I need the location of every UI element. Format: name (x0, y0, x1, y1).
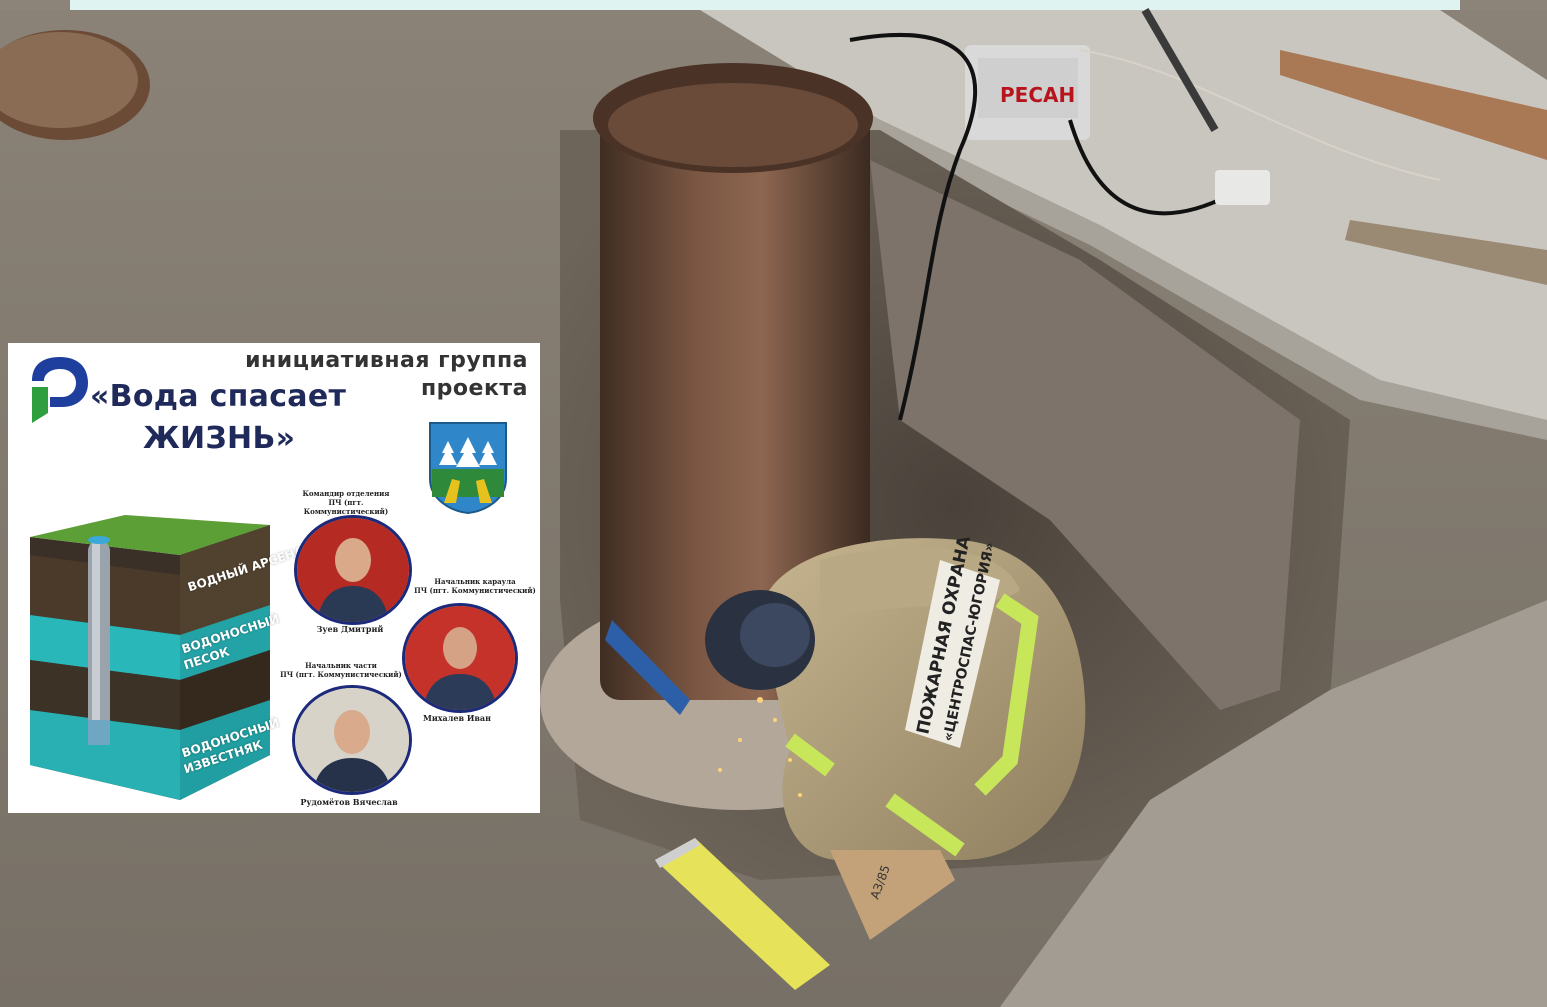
coat-of-arms-icon (429, 422, 507, 515)
person-2-role: Начальник караула ПЧ (пгт. Коммунистичес… (414, 577, 536, 595)
logo-icon (32, 357, 88, 423)
poster-title-line1: «Вода спасает (90, 379, 347, 414)
welding-machine-text: РЕСАН (1000, 83, 1075, 107)
poster-title-line2: ЖИЗНЬ» (143, 421, 296, 456)
person-3-name: Рудомётов Вячеслав (300, 797, 398, 807)
person-3-role: Начальник части ПЧ (пгт. Коммунистически… (280, 661, 402, 679)
person-2-portrait (402, 603, 518, 713)
heading-line1: инициативная группа (245, 348, 528, 373)
person-3-portrait (292, 685, 412, 795)
person-1-portrait (294, 515, 412, 625)
project-poster: инициативная группа проекта «Вода спасае… (8, 343, 540, 813)
person-1-name: Зуев Дмитрий (316, 624, 384, 634)
person-1-role: Командир отделения ПЧ (пгт. Коммунистиче… (302, 489, 390, 516)
person-2-name: Михалев Иван (423, 713, 491, 723)
